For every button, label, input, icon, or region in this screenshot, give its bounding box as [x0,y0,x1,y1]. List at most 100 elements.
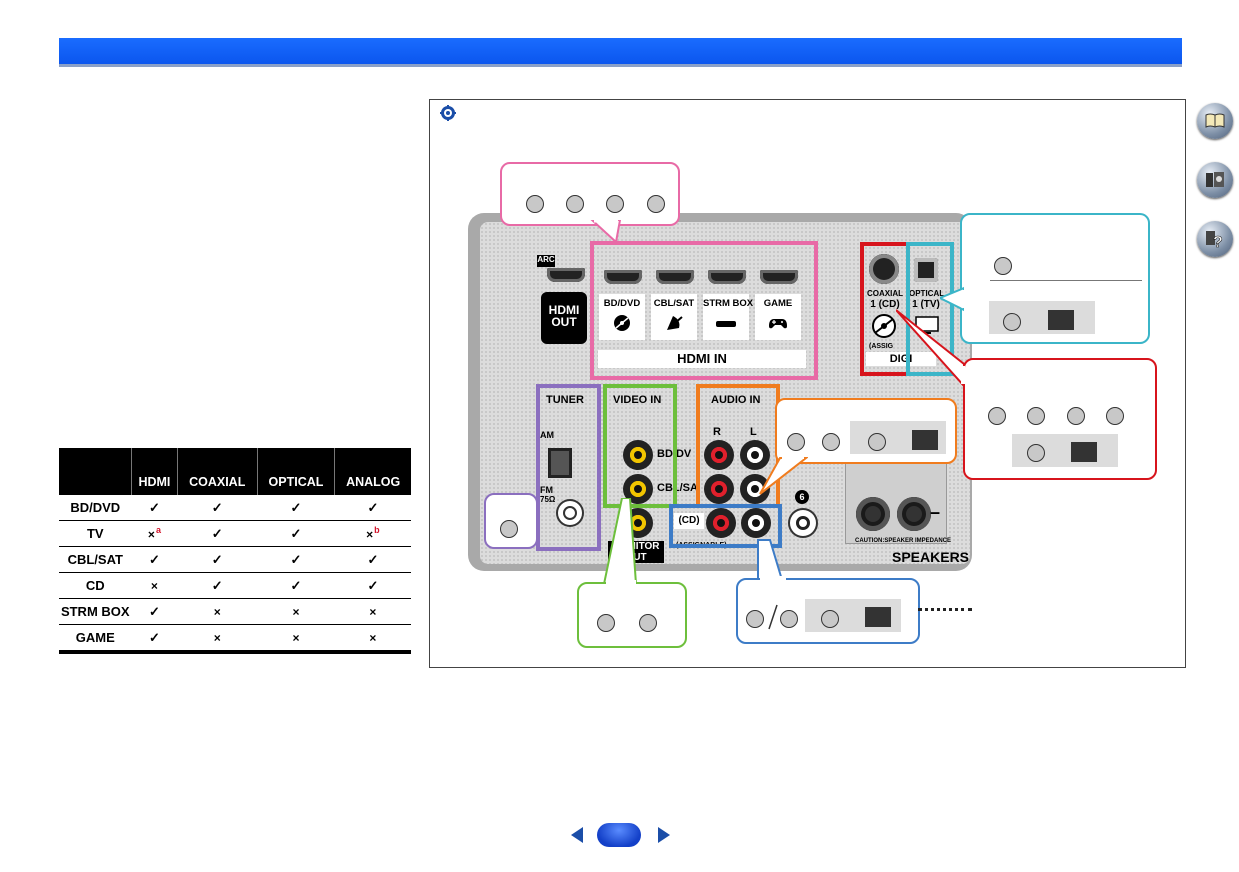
table-cell: ✓ [257,546,335,573]
manual-icon[interactable] [1197,103,1233,139]
callout-divider [990,280,1142,281]
row-device-label: CD [59,572,132,599]
jack-pin [752,519,760,527]
cross-mark: × [150,579,158,593]
hdmi-callout [500,162,680,226]
table-cell: ✓ [131,495,178,521]
tip-icon [440,105,456,121]
setting-indicator [821,610,839,628]
setting-indicator [780,610,798,628]
table-cell: × [177,598,258,625]
check-mark: ✓ [290,525,302,541]
callout-joint [606,580,636,585]
jack-pin [634,451,642,459]
row-device-label: TV [59,520,132,547]
setting-square [1071,442,1097,462]
table-cell: ✓ [131,624,178,654]
cross-mark: × [292,605,300,619]
setting-square [865,607,891,627]
table-cell: ×a [131,520,178,547]
table-cell: ✓ [177,572,258,599]
table-row: BD/DVD ✓ ✓ ✓ ✓ [59,495,411,521]
speaker-terminal-minus[interactable] [897,497,931,531]
speaker-terminal-plus[interactable] [856,497,890,531]
cross-mark: × [366,527,374,542]
table-row: CBL/SAT ✓ ✓ ✓ ✓ [59,546,411,573]
row-device-label: GAME [59,624,132,654]
table-cell: ✓ [177,520,258,547]
subwoofer-pre-out-jack[interactable] [788,508,818,538]
setting-indicator [526,195,544,213]
setting-indicator [822,433,840,451]
table-cell: ✓ [131,546,178,573]
cross-mark: × [292,631,300,645]
table-row: GAME ✓ × × × [59,624,411,654]
next-page-icon[interactable] [656,826,672,844]
check-mark: ✓ [148,499,160,515]
hdmi-out-label: HDMI OUT [541,292,587,344]
column-header: ANALOG [334,448,411,495]
check-mark: ✓ [367,551,379,567]
audio-in-callout-pointer [759,456,808,495]
table-cell: × [131,572,178,599]
setting-indicator [868,433,886,451]
help-icon[interactable]: ? [1197,221,1233,257]
video-in-callout [577,582,687,648]
check-mark: ✓ [211,499,223,515]
cross-mark: × [369,605,377,619]
table-cell: ✓ [334,495,411,521]
setting-indicator [500,520,518,538]
check-mark: ✓ [367,577,379,593]
check-mark: ✓ [211,525,223,541]
jack-pin [717,519,725,527]
hdmi-callout-pointer [590,220,622,244]
table-row: STRM BOX ✓ × × × [59,598,411,625]
hdmi-out-port[interactable] [547,268,585,282]
column-header: HDMI [131,448,178,495]
setting-indicator [1067,407,1085,425]
check-mark: ✓ [211,551,223,567]
check-mark: ✓ [290,577,302,593]
column-header: COAXIAL [176,448,258,495]
speaker-caution-label: CAUTION:SPEAKER IMPEDANCE [855,538,952,544]
tuner-highlight [536,384,601,551]
speakers-label: SPEAKERS [892,549,970,565]
table-row: TV ×a ✓ ✓ ×b [59,520,411,547]
setting-indicator [787,433,805,451]
setting-square [1048,310,1074,330]
dotted-leader-line [918,608,972,611]
prev-page-icon[interactable] [569,826,585,844]
jack-pin [751,485,759,493]
cross-mark: × [213,631,221,645]
table-cell: ✓ [257,520,335,547]
setting-indicator [1003,313,1021,331]
check-mark: ✓ [290,551,302,567]
check-mark: ✓ [367,499,379,515]
table-header-row: HDMI COAXIAL OPTICAL ANALOG [59,448,411,495]
table-cell: ✓ [131,598,178,625]
setting-indicator [597,614,615,632]
cross-mark: × [369,631,377,645]
row-device-label: BD/DVD [59,495,132,521]
page-number-button[interactable] [597,823,641,847]
jack-pin [751,451,759,459]
setting-indicator [988,407,1006,425]
cross-mark: × [147,527,155,542]
check-mark: ✓ [290,499,302,515]
svg-text:?: ? [1213,234,1223,250]
receiver-icon[interactable] [1197,162,1233,198]
slash-separator [768,604,778,630]
table-cell: × [334,624,411,654]
footnote-marker: b [374,525,380,536]
setting-indicator [994,257,1012,275]
table-cell: ✓ [177,546,258,573]
setting-indicator [566,195,584,213]
minus-sign: – [930,502,941,522]
table-cell: × [257,598,335,625]
check-mark: ✓ [148,603,160,619]
check-mark: ✓ [211,577,223,593]
cross-mark: × [213,605,221,619]
jack-pin [715,451,723,459]
setting-indicator [1106,407,1124,425]
check-mark: ✓ [148,629,160,645]
